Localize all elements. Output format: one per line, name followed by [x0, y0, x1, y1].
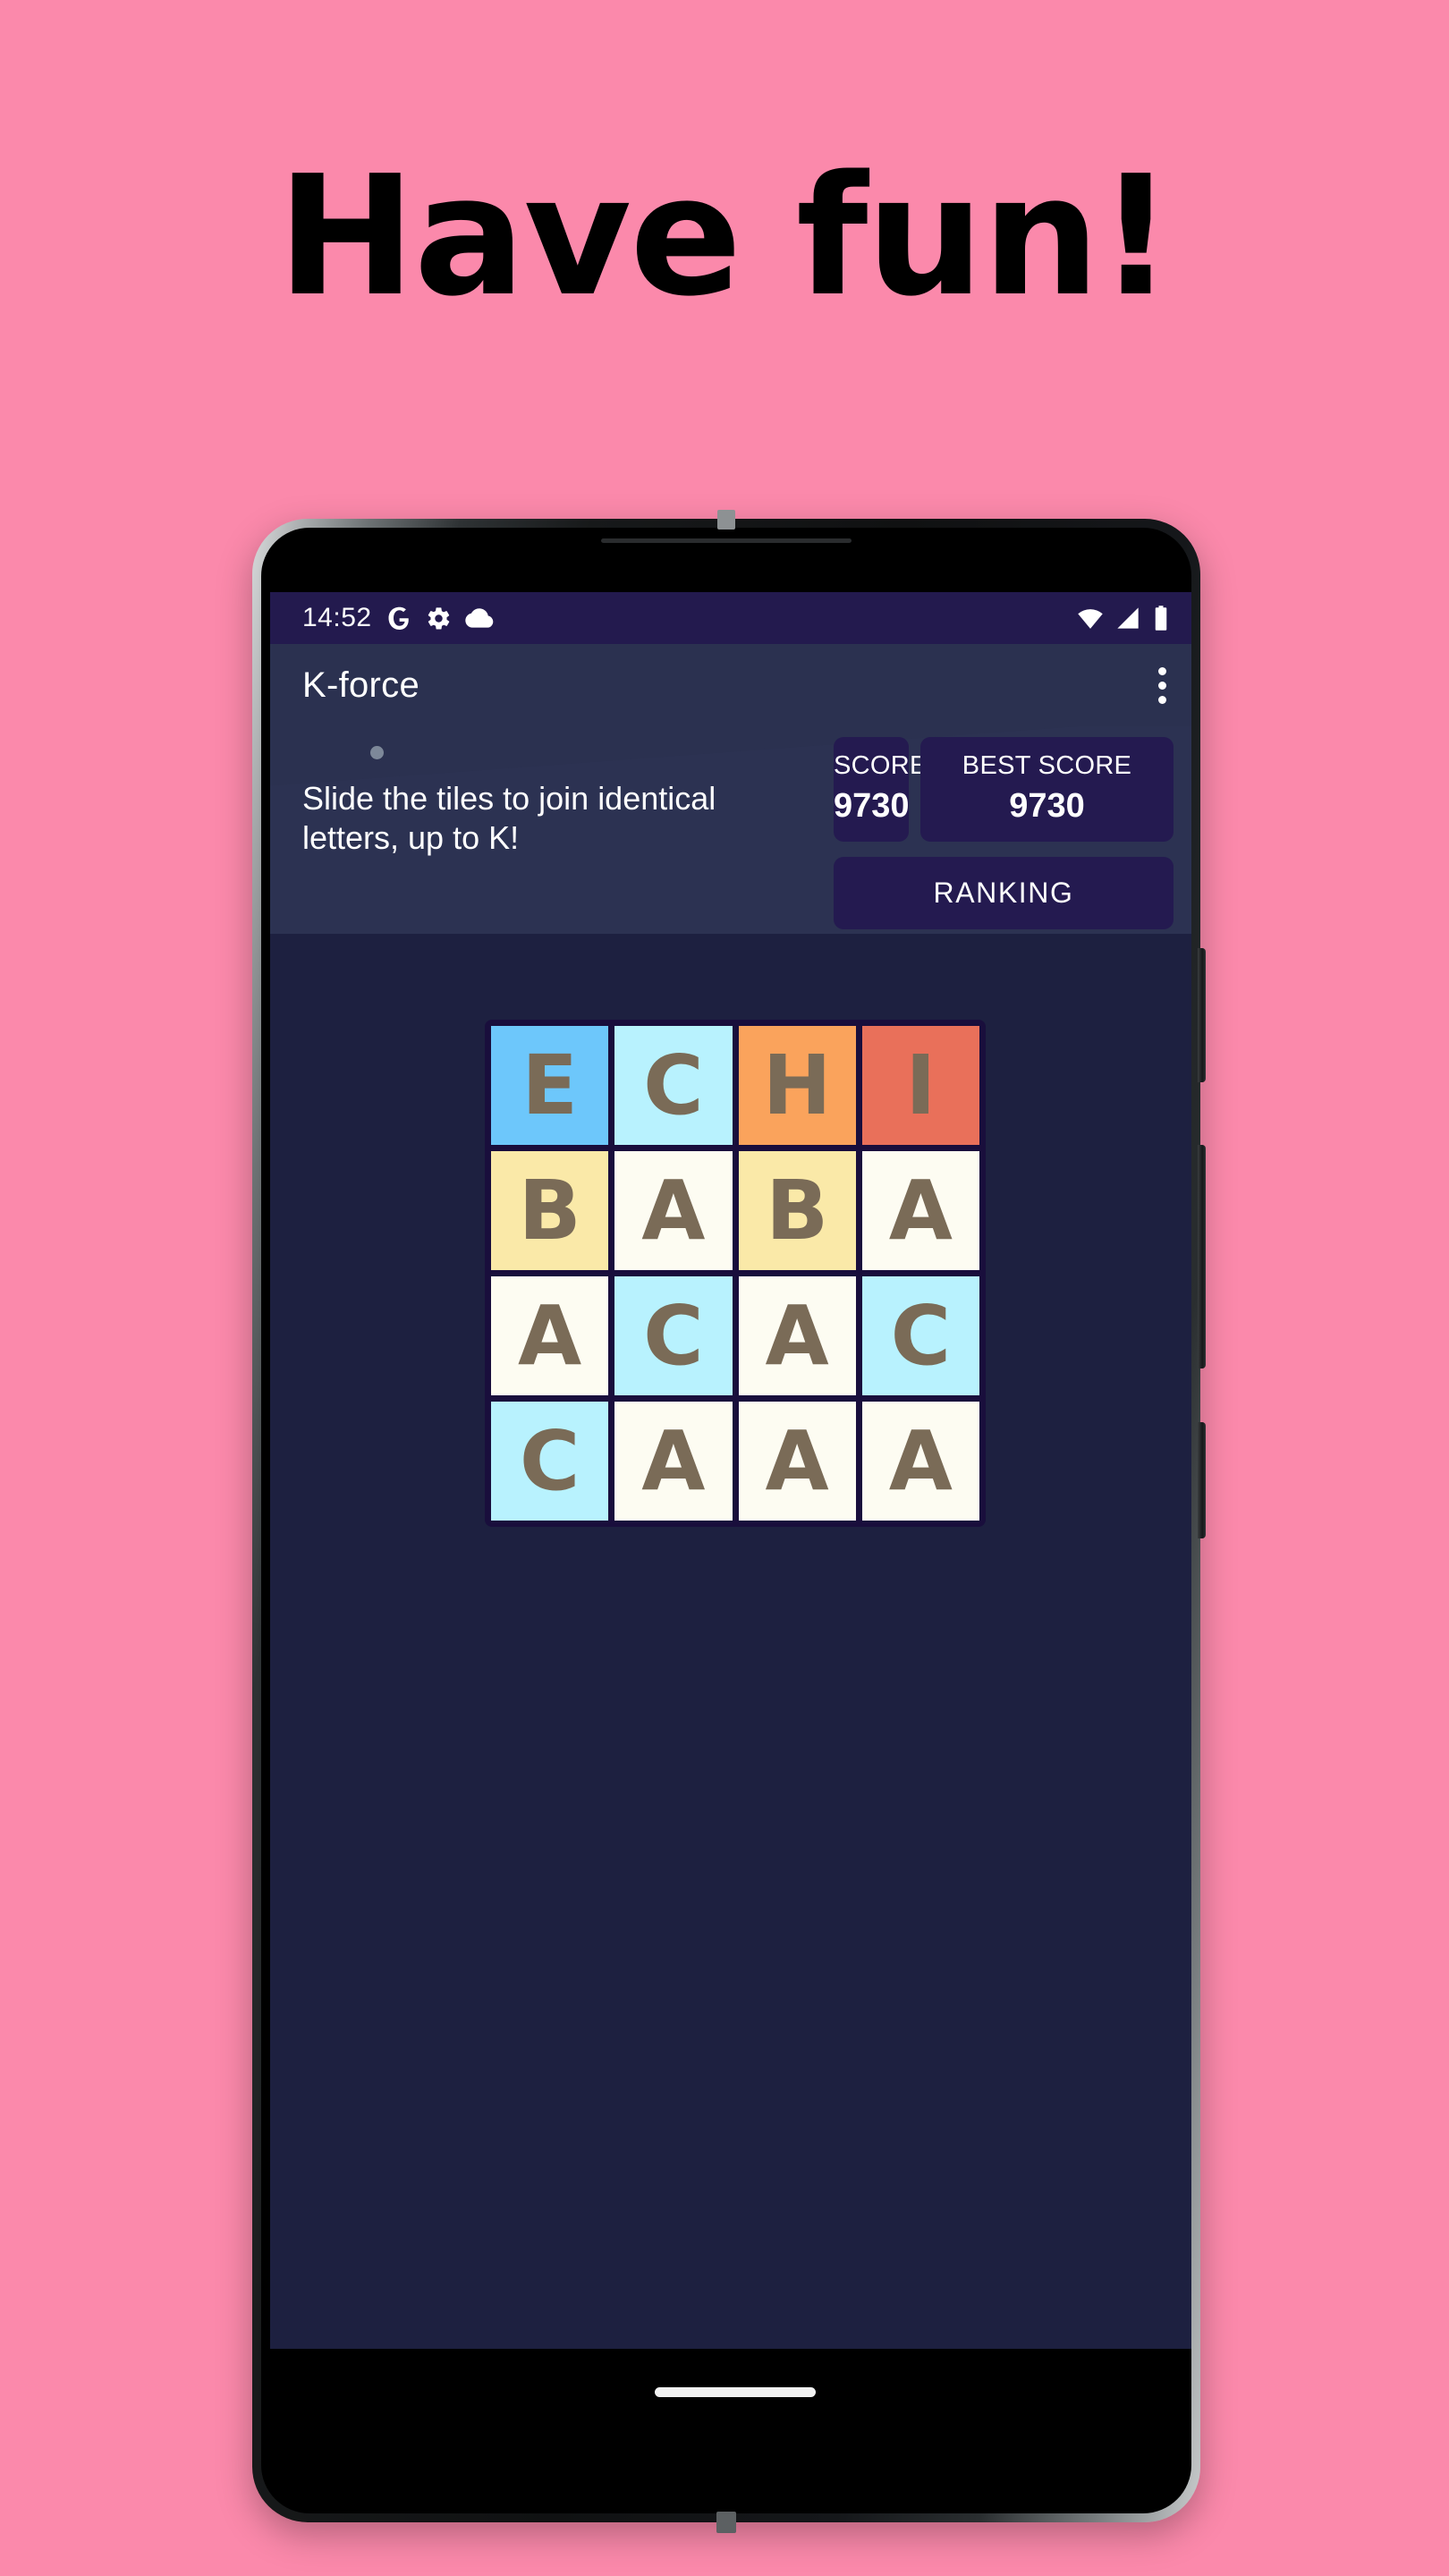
cellular-signal-icon: [1115, 606, 1140, 631]
tile-r1-c1[interactable]: E: [491, 1026, 609, 1145]
best-score-box: BEST SCORE 9730: [920, 737, 1174, 842]
tile-r1-c4[interactable]: I: [861, 1026, 979, 1145]
battery-icon: [1152, 605, 1170, 631]
tile-r3-c3[interactable]: A: [738, 1276, 856, 1395]
top-antenna-nub: [717, 510, 735, 530]
tile-r1-c2[interactable]: C: [614, 1026, 733, 1145]
status-bar-clock: 14:52: [302, 603, 372, 632]
more-vert-icon[interactable]: [1148, 655, 1177, 716]
score-box: SCORE 9730: [834, 737, 928, 842]
tile-r4-c4[interactable]: A: [861, 1402, 979, 1521]
best-score-value: 9730: [1009, 787, 1085, 825]
status-bar-left: 14:52: [302, 603, 494, 633]
auxiliary-button[interactable]: [1198, 1422, 1206, 1538]
more-dot: [1158, 681, 1166, 690]
more-dot: [1158, 695, 1166, 704]
tile-r1-c3[interactable]: H: [738, 1026, 856, 1145]
app-title: K-force: [302, 665, 420, 705]
volume-button[interactable]: [1198, 1145, 1206, 1368]
tile-r2-c1[interactable]: B: [491, 1151, 609, 1270]
best-score-label: BEST SCORE: [962, 751, 1132, 780]
instructions-area: Slide the tiles to join identical letter…: [302, 726, 834, 929]
tile-r3-c1[interactable]: A: [491, 1276, 609, 1395]
power-button[interactable]: [1198, 948, 1206, 1082]
header-content: Slide the tiles to join identical letter…: [270, 726, 1191, 929]
header-panel: Slide the tiles to join identical letter…: [270, 726, 1191, 934]
status-dot: [370, 746, 384, 759]
score-value: 9730: [834, 787, 910, 825]
earpiece-speaker: [601, 538, 852, 543]
tile-r4-c2[interactable]: A: [614, 1402, 733, 1521]
phone-screen: 14:52 K-force Slide the tiles to join id…: [270, 592, 1191, 2435]
tile-r2-c3[interactable]: B: [738, 1151, 856, 1270]
instructions-text: Slide the tiles to join identical letter…: [302, 780, 716, 857]
scores-area: SCORE 9730 BEST SCORE 9730 RANKING: [834, 726, 1174, 929]
home-gesture-pill[interactable]: [655, 2386, 816, 2397]
app-bar: K-force: [270, 644, 1191, 726]
status-bar: 14:52: [270, 592, 1191, 644]
tile-r4-c3[interactable]: A: [738, 1402, 856, 1521]
status-bar-right: [1077, 605, 1170, 631]
google-g-icon: [386, 605, 412, 631]
system-nav-bar: [270, 2349, 1191, 2435]
bottom-antenna-nub: [716, 2512, 736, 2533]
tile-r2-c2[interactable]: A: [614, 1151, 733, 1270]
phone-device-frame: 14:52 K-force Slide the tiles to join id…: [252, 510, 1206, 2533]
tile-r3-c4[interactable]: C: [861, 1276, 979, 1395]
tile-r2-c4[interactable]: A: [861, 1151, 979, 1270]
phone-bezel: 14:52 K-force Slide the tiles to join id…: [261, 528, 1191, 2513]
tile-r4-c1[interactable]: C: [491, 1402, 609, 1521]
ranking-button[interactable]: RANKING: [834, 857, 1174, 929]
gear-icon: [426, 606, 452, 631]
tile-r3-c2[interactable]: C: [614, 1276, 733, 1395]
score-label: SCORE: [834, 751, 928, 780]
score-row: SCORE 9730 BEST SCORE 9730: [834, 737, 1174, 842]
wifi-icon: [1077, 605, 1104, 631]
cloud-icon: [464, 604, 494, 632]
more-dot: [1158, 666, 1166, 675]
game-board-area: ECHIBABAACACCAAA: [270, 934, 1191, 1527]
promo-headline: Have fun!: [276, 140, 1174, 333]
game-board[interactable]: ECHIBABAACACCAAA: [485, 1020, 986, 1527]
